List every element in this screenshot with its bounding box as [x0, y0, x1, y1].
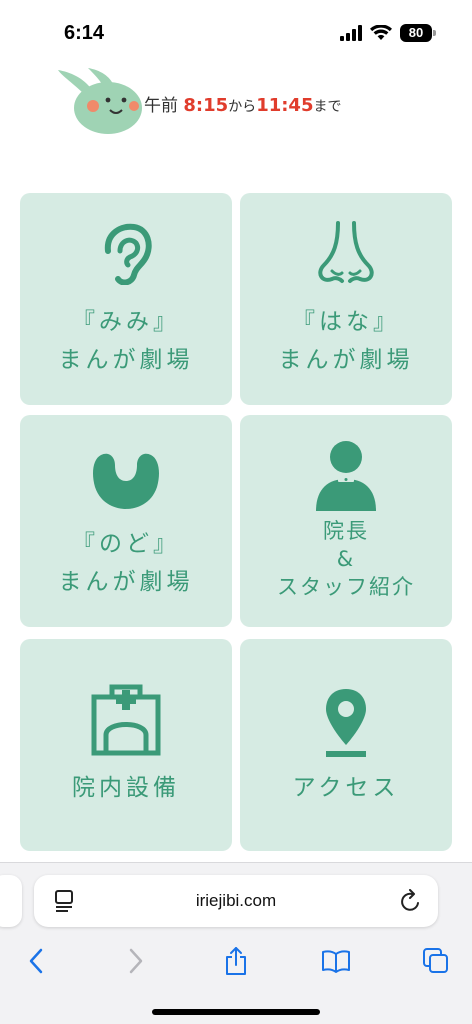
tile-label: 『はな』 まんが劇場 [240, 303, 452, 379]
tile-label: 『のど』 まんが劇場 [20, 525, 232, 601]
tile-label: 『みみ』 まんが劇場 [20, 303, 232, 379]
tile-label-line2: まんが劇場 [58, 569, 194, 595]
tabs-icon [423, 948, 448, 973]
address-bar[interactable]: iriejibi.com [34, 875, 438, 927]
hospital-icon [91, 684, 161, 756]
ear-icon [104, 223, 152, 285]
tile-hana-manga[interactable]: 『はな』 まんが劇場 [240, 193, 452, 405]
icon-wrap [20, 449, 232, 511]
bookmarks-button[interactable] [318, 943, 354, 979]
cellular-signal-icon [340, 25, 362, 41]
tile-nodo-manga[interactable]: 『のど』 まんが劇場 [20, 415, 232, 627]
throat-icon [93, 453, 159, 509]
tabs-button[interactable] [418, 943, 454, 979]
wifi-icon [370, 25, 392, 40]
tile-facility[interactable]: 院内設備 [20, 639, 232, 851]
url-text: iriejibi.com [195, 891, 277, 910]
battery-icon: 80 [400, 24, 436, 42]
reload-icon[interactable] [400, 889, 422, 913]
tile-label-line2: & [336, 547, 356, 571]
tile-label-line2: まんが劇場 [58, 347, 194, 373]
office-hours-text: 午前 8:15から11:45まで [144, 91, 341, 116]
back-button[interactable] [18, 943, 54, 979]
tile-label-line1: 『はな』 [292, 309, 400, 335]
person-icon [316, 441, 376, 511]
tile-label-line1: 『みみ』 [72, 309, 180, 335]
status-time: 6:14 [64, 22, 105, 44]
rabbit-mascot-icon [58, 68, 142, 134]
tile-mimi-manga[interactable]: 『みみ』 まんが劇場 [20, 193, 232, 405]
icon-wrap [20, 221, 232, 285]
hours-from: から [228, 99, 257, 115]
tile-label: 院内設備 [20, 769, 232, 807]
battery-tip [433, 30, 436, 36]
tile-label-line3: スタッフ紹介 [277, 575, 415, 599]
book-icon [322, 950, 350, 973]
tile-label-line1: 院長 [323, 519, 369, 543]
home-indicator [152, 1009, 320, 1015]
browser-bottom-bar: iriejibi.com [0, 862, 472, 1024]
hours-end: 11:45 [256, 95, 314, 116]
tile-label-line2: まんが劇場 [278, 347, 414, 373]
status-bar: 6:14 80 [0, 0, 472, 60]
chevron-right-icon [129, 948, 143, 974]
tile-access[interactable]: アクセス [240, 639, 452, 851]
tile-label-line1: 『のど』 [72, 531, 180, 557]
icon-wrap [240, 439, 452, 511]
forward-button[interactable] [118, 943, 154, 979]
hours-start: 8:15 [183, 95, 229, 116]
tile-staff[interactable]: 院長 & スタッフ紹介 [240, 415, 452, 627]
chevron-left-icon [29, 948, 43, 974]
share-button[interactable] [218, 943, 254, 979]
tile-label-line1: アクセス [292, 775, 400, 801]
icon-wrap [20, 683, 232, 757]
map-pin-icon [326, 689, 366, 757]
tile-label-line1: 院内設備 [72, 775, 180, 801]
office-hours: 午前 8:15から11:45まで [50, 62, 430, 142]
tile-label: アクセス [240, 769, 452, 807]
hours-prefix: 午前 [144, 96, 178, 116]
previous-tab-preview[interactable] [0, 875, 22, 927]
share-icon [226, 947, 246, 975]
icon-wrap [240, 689, 452, 761]
nose-icon [318, 221, 374, 283]
tile-label: 院長 & スタッフ紹介 [240, 517, 452, 601]
battery-level: 80 [408, 25, 424, 40]
status-icons: 80 [340, 24, 436, 42]
hours-until: まで [313, 99, 342, 115]
icon-wrap [240, 219, 452, 287]
